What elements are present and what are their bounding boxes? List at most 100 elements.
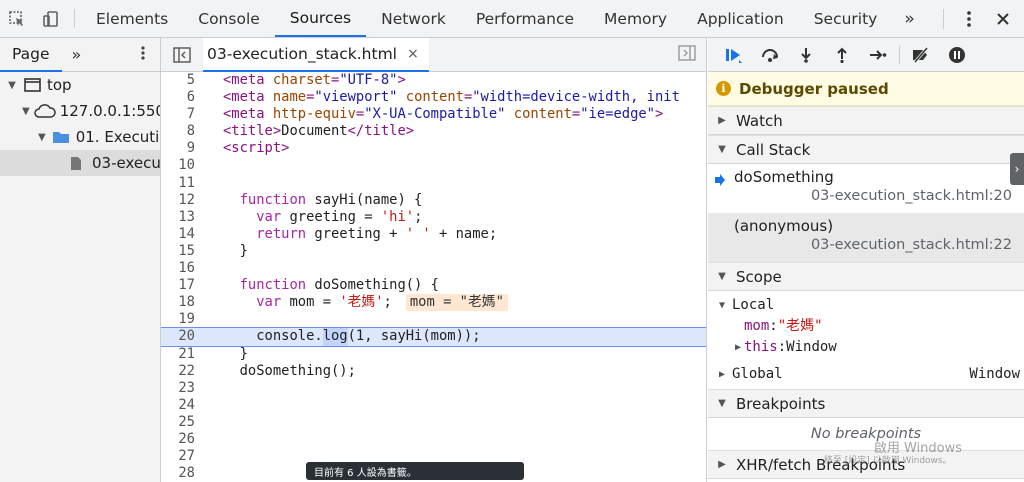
line-number[interactable]: 9 [161,140,199,157]
expand-triangle-icon[interactable]: ▼ [38,132,46,143]
line-number[interactable]: 10 [161,157,199,174]
tab-application[interactable]: Application [682,0,799,37]
line-number[interactable]: 24 [161,397,199,414]
scope-global[interactable]: ▶ Global Window [716,358,1024,385]
code-line[interactable]: 9 <script> [161,140,706,157]
line-number[interactable]: 7 [161,106,199,123]
code-line[interactable]: 16 [161,260,706,277]
code-line[interactable]: 7 <meta http-equiv = "X-UA-Compatible" cont… [161,106,706,123]
expand-triangle-icon[interactable]: ▼ [716,271,728,282]
code-line[interactable]: 24 [161,397,706,414]
tree-item-file[interactable]: 03-execution_stack.html [0,150,160,176]
expand-triangle-icon[interactable]: ▼ [22,106,30,117]
line-number[interactable]: 19 [161,311,199,328]
close-devtools-icon[interactable] [986,12,1020,26]
resume-button[interactable] [716,38,752,72]
tree-item-top[interactable]: ▼ top [0,72,160,98]
code-line[interactable]: 18 var mom = '老媽'; mom = "老媽" [161,294,706,312]
pause-on-exceptions-icon[interactable] [939,38,975,72]
collapse-triangle-icon[interactable]: ▶ [716,459,728,470]
tab-memory[interactable]: Memory [589,0,682,37]
line-number[interactable]: 12 [161,192,199,209]
deactivate-breakpoints-icon[interactable] [903,38,939,72]
line-number[interactable]: 16 [161,260,199,277]
line-number[interactable]: 27 [161,448,199,465]
more-navigator-tabs-button[interactable]: » [62,45,92,64]
frame-location[interactable]: 03-execution_stack.html:22 [811,237,1012,253]
code-line[interactable]: 13 var greeting = 'hi'; [161,209,706,226]
collapse-triangle-icon[interactable]: ▶ [716,364,728,385]
toggle-debugger-icon[interactable] [678,44,696,65]
frame-location[interactable]: 03-execution_stack.html:20 [811,188,1012,204]
code-line[interactable]: 11 [161,175,706,192]
code-line[interactable]: 22 doSomething(); [161,363,706,380]
tab-sources[interactable]: Sources [274,0,367,37]
line-number[interactable]: 23 [161,380,199,397]
section-call-stack[interactable]: ▼ Call Stack [708,135,1024,164]
code-line[interactable]: 5 <meta charset = "UTF-8" > [161,72,706,89]
tab-performance[interactable]: Performance [461,0,589,37]
code-line[interactable]: 19 [161,311,706,328]
line-number[interactable]: 26 [161,431,199,448]
line-number[interactable]: 11 [161,175,199,192]
code-line[interactable]: 14 return greeting + ' ' + name; [161,226,706,243]
tab-network[interactable]: Network [366,0,461,37]
tab-security[interactable]: Security [799,0,893,37]
expand-triangle-icon[interactable]: ▼ [716,398,728,409]
line-number[interactable]: 28 [161,465,199,482]
line-number[interactable]: 21 [161,346,199,363]
code-line[interactable]: 12 function sayHi(name) { [161,192,706,209]
code-line[interactable]: 17 function doSomething() { [161,277,706,294]
expand-triangle-icon[interactable]: ▼ [6,80,18,91]
inspect-element-icon[interactable] [0,0,34,37]
code-line[interactable]: 25 [161,414,706,431]
close-file-icon[interactable]: × [407,46,419,62]
line-number[interactable]: 20 [161,328,199,345]
section-breakpoints[interactable]: ▼ Breakpoints [708,389,1024,418]
expand-triangle-icon[interactable]: ▼ [716,295,728,316]
code-line[interactable]: 26 [161,431,706,448]
code-line[interactable]: 15 } [161,243,706,260]
step-into-button[interactable] [788,38,824,72]
scope-property[interactable]: ▶ this: Window [716,337,1024,358]
line-number[interactable]: 8 [161,123,199,140]
side-panel-toggle-icon[interactable]: › [1010,153,1024,185]
line-number[interactable]: 17 [161,277,199,294]
device-toolbar-icon[interactable] [34,0,68,37]
step-over-button[interactable] [752,38,788,72]
line-number[interactable]: 6 [161,89,199,106]
execution-line[interactable]: 20 console. log (1, sayHi(mom)); [161,327,706,347]
toggle-navigator-icon[interactable] [161,46,203,63]
code-line[interactable]: 8 <title> Document </title> [161,123,706,140]
tab-console[interactable]: Console [183,0,275,37]
line-number[interactable]: 15 [161,243,199,260]
line-number[interactable]: 18 [161,294,199,311]
scope-property[interactable]: mom: "老媽" [716,316,1024,337]
tree-item-folder[interactable]: ▼ 01. Execution [0,124,160,150]
line-number[interactable]: 25 [161,414,199,431]
line-number[interactable]: 5 [161,72,199,89]
collapse-triangle-icon[interactable]: ▶ [732,337,744,358]
code-line[interactable]: 6 <meta name = "viewport" content = "width=de… [161,89,706,106]
code-line[interactable]: 21 } [161,346,706,363]
tab-page[interactable]: Page [0,38,62,72]
call-frame[interactable]: (anonymous) 03-execution_stack.html:22 [708,213,1024,262]
expand-triangle-icon[interactable]: ▼ [716,144,728,155]
more-tabs-button[interactable]: » [892,0,926,37]
section-scope[interactable]: ▼ Scope [708,262,1024,291]
navigator-menu-icon[interactable] [140,45,160,65]
step-button[interactable] [860,38,896,72]
code-line[interactable]: 10 [161,157,706,174]
call-frame-current[interactable]: doSomething 03-execution_stack.html:20 [708,164,1024,213]
line-number[interactable]: 13 [161,209,199,226]
collapse-triangle-icon[interactable]: ▶ [716,115,728,126]
code-area[interactable]: 5 <meta charset = "UTF-8" > 6 <meta name = "vie… [161,72,706,482]
line-number[interactable]: 14 [161,226,199,243]
editor-file-tab[interactable]: 03-execution_stack.html × [203,38,429,72]
scope-local[interactable]: ▼ Local [716,295,1024,316]
section-watch[interactable]: ▶ Watch [708,106,1024,135]
code-line[interactable]: 23 [161,380,706,397]
customize-menu-icon[interactable] [952,10,986,28]
step-out-button[interactable] [824,38,860,72]
tree-item-origin[interactable]: ▼ 127.0.0.1:5500 [0,98,160,124]
